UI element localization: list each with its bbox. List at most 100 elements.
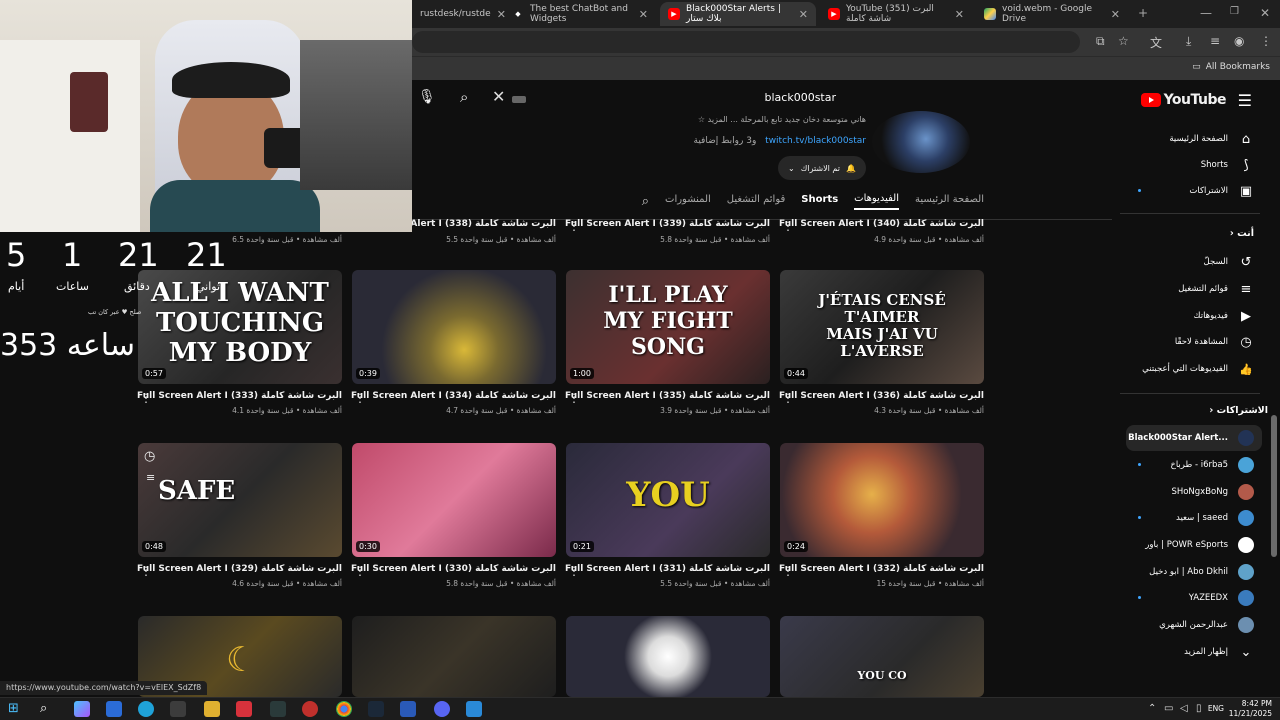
file-explorer-icon[interactable] <box>204 701 220 717</box>
channel-search-icon[interactable]: ⌕ <box>642 194 649 209</box>
all-bookmarks-button[interactable]: ▭ All Bookmarks <box>1192 62 1270 72</box>
network-icon[interactable]: ▭ <box>1164 703 1173 714</box>
video-title[interactable]: Full Screen Alert I (335) البرت شاشة كام… <box>565 391 770 401</box>
more-links[interactable]: و3 روابط إضافية <box>694 136 757 146</box>
youtube-logo[interactable]: YouTube <box>1140 92 1227 108</box>
video-title[interactable]: Full Screen Alert I (339) البرت شاشة كام… <box>565 219 770 229</box>
video-card[interactable]: ⋮ Full Screen Alert I (339) البرت شاشة ك… <box>565 219 770 245</box>
sidebar-item-liked-videos[interactable]: الفيديوهات التي أعجبتني 👍 <box>1118 356 1280 382</box>
search-icon[interactable]: ⌕ <box>40 701 56 717</box>
tab-black000star-alerts[interactable]: ▶ Black000Star Alerts | بلاك ستار ✕ <box>660 2 816 26</box>
sidebar-item-watch-later[interactable]: المشاهدة لاحقًا ◷ <box>1118 329 1280 355</box>
search-bar[interactable]: 🎙 ⌕ ✕ black000star <box>412 85 852 113</box>
app-icon[interactable] <box>466 701 482 717</box>
outlook-icon[interactable] <box>106 701 122 717</box>
video-title[interactable]: Full Screen Alert I (333) البرت شاشة كام… <box>137 391 342 401</box>
add-to-queue-icon[interactable]: ≡ <box>146 471 155 484</box>
bookmark-star-icon[interactable]: ☆ <box>1118 34 1129 48</box>
video-title[interactable]: Full Screen Alert I (340) البرت شاشة كام… <box>779 219 984 229</box>
video-thumbnail[interactable]: 0:30 <box>352 443 556 557</box>
video-thumbnail[interactable]: YOU CO <box>780 616 984 697</box>
sidebar-item-shorts[interactable]: Shorts ⟆ <box>1118 152 1280 178</box>
scrollbar-thumb[interactable] <box>1271 415 1277 557</box>
discord-icon[interactable] <box>434 701 450 717</box>
channel-links[interactable]: و3 روابط إضافية twitch.tv/black000star <box>694 136 867 146</box>
channel-link[interactable]: twitch.tv/black000star <box>765 136 866 146</box>
sidebar-item-subscriptions[interactable]: الاشتراكات ▣ <box>1118 178 1280 204</box>
media-control-icon[interactable]: ≡ <box>1210 34 1220 48</box>
close-window-icon[interactable]: ✕ <box>1260 6 1270 20</box>
clear-search-icon[interactable]: ✕ <box>492 87 505 106</box>
tab-home[interactable]: الصفحة الرئيسية <box>915 194 984 209</box>
translate-icon[interactable]: 文 <box>1150 34 1162 51</box>
tab-shorts[interactable]: Shorts <box>801 194 838 209</box>
tab-google-drive[interactable]: void.webm - Google Drive ✕ <box>976 2 1128 26</box>
tab-playlists[interactable]: قوائم التشغيل <box>727 194 786 209</box>
omnibox[interactable] <box>412 31 1080 53</box>
tab-youtube-351[interactable]: ▶ YouTube (351) البرت شاشة كاملة ✕ <box>820 2 972 26</box>
video-card[interactable]: ⋮ Full Screen Alert I (340) البرت شاشة ك… <box>779 219 984 245</box>
watch-later-icon[interactable]: ◷ <box>144 449 155 464</box>
subscriptions-heading[interactable]: › الاشتراكات <box>1209 405 1268 416</box>
edge-icon[interactable] <box>138 701 154 717</box>
close-icon[interactable]: ✕ <box>799 8 808 21</box>
sidebar-sub-saeed[interactable]: سعيد | saeed <box>1118 505 1280 531</box>
close-icon[interactable]: ✕ <box>955 8 964 21</box>
show-more-button[interactable]: إظهار المزيد ⌄ <box>1118 639 1280 665</box>
speaker-icon[interactable]: ◁ <box>1180 703 1188 714</box>
video-thumbnail[interactable]: YOU 0:21 <box>566 443 770 557</box>
video-thumbnail[interactable] <box>566 616 770 697</box>
wps-icon[interactable] <box>236 701 252 717</box>
obs-icon[interactable] <box>302 701 318 717</box>
close-icon[interactable]: ✕ <box>639 8 648 21</box>
video-thumbnail[interactable]: J'ÉTAIS CENSÉ T'AIMER MAIS J'AI VU L'AVERSE… <box>780 270 984 384</box>
you-heading[interactable]: › أنت <box>1230 228 1254 239</box>
new-tab-button[interactable]: + <box>1138 6 1148 20</box>
hamburger-menu-icon[interactable]: ☰ <box>1238 91 1252 110</box>
store-icon[interactable] <box>170 701 186 717</box>
sidebar-sub-abdulrahman[interactable]: عبدالرحمن الشهري <box>1118 612 1280 638</box>
menu-dots-icon[interactable]: ⋮ <box>1260 34 1272 48</box>
search-input[interactable]: black000star <box>765 91 837 104</box>
close-icon[interactable]: ✕ <box>1111 8 1120 21</box>
tab-videos[interactable]: الفيديوهات <box>854 193 899 210</box>
video-thumbnail[interactable]: I'LL PLAY MY FIGHT SONG 1:00 <box>566 270 770 384</box>
terminal-icon[interactable] <box>270 701 286 717</box>
sidebar-sub-shongxbong[interactable]: SHoNgxBoNg <box>1118 479 1280 505</box>
restore-icon[interactable]: ❐ <box>1230 6 1239 17</box>
video-thumbnail[interactable]: 0:39 <box>352 270 556 384</box>
copilot-icon[interactable] <box>74 701 90 717</box>
profile-icon[interactable]: ◉ <box>1234 34 1244 48</box>
sidebar-item-playlists[interactable]: قوائم التشغيل ≡ <box>1118 276 1280 302</box>
channel-avatar[interactable] <box>872 111 970 173</box>
sidebar-sub-yazeedx[interactable]: YAZEEDX <box>1118 585 1280 611</box>
windows-start-icon[interactable]: ⊞ <box>8 701 24 717</box>
sidebar-sub-powr-esports[interactable]: باور | POWR eSports <box>1118 532 1280 558</box>
video-thumbnail[interactable]: SAFE ◷ ≡ 0:48 <box>138 443 342 557</box>
battery-icon[interactable]: ▯ <box>1196 703 1202 714</box>
video-title[interactable]: Full Screen Alert I (331) البرت شاشة كام… <box>565 564 770 574</box>
tray-chevron-icon[interactable]: ⌃ <box>1148 703 1156 714</box>
tab-chatbot[interactable]: ◆ The best ChatBot and Widgets ✕ <box>504 2 656 26</box>
video-title[interactable]: Full Screen Alert I (334) البرت شاشة كام… <box>351 391 556 401</box>
keyboard-icon[interactable] <box>512 96 526 103</box>
download-icon[interactable]: ⤓ <box>1186 34 1191 49</box>
minimize-icon[interactable]: — <box>1200 6 1212 20</box>
video-title[interactable]: Full Screen Alert I (329) البرت شاشة كام… <box>137 564 342 574</box>
video-title[interactable]: Full Screen Alert I (332) البرت شاشة كام… <box>779 564 984 574</box>
clock[interactable]: 8:42 PM 11/21/2025 <box>1229 699 1272 719</box>
tab-posts[interactable]: المنشورات <box>665 194 711 209</box>
subscribed-button[interactable]: ⌄ تم الاشتراك 🔔 <box>778 156 866 180</box>
steam-icon[interactable] <box>368 701 384 717</box>
sidebar-sub-abo-dkhil[interactable]: ابو دخيل | Abo Dkhil <box>1118 559 1280 585</box>
vpn-icon[interactable] <box>400 701 416 717</box>
sidebar-sub-i6rba5[interactable]: طرباخ - i6rba5 <box>1118 452 1280 478</box>
channel-description[interactable]: ☆ هاني متوسعة دخان جديد تابع بالمرحلة ..… <box>698 115 866 124</box>
video-title[interactable]: Full Screen Alert I (336) البرت شاشة كام… <box>779 391 984 401</box>
language-indicator[interactable]: ENG <box>1208 704 1224 713</box>
search-icon[interactable]: ⌕ <box>460 88 468 106</box>
video-thumbnail[interactable]: 0:24 <box>780 443 984 557</box>
chrome-icon[interactable] <box>336 701 352 717</box>
sidebar-item-your-videos[interactable]: فيديوهاتك ▶ <box>1118 303 1280 329</box>
video-thumbnail[interactable] <box>352 616 556 697</box>
